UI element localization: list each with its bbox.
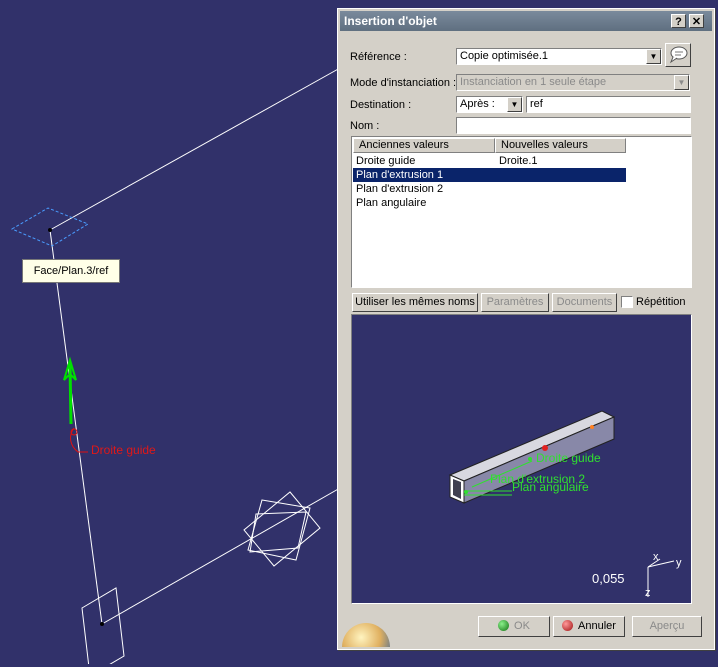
preview-droite-guide-label: Droite guide <box>536 451 601 465</box>
destination-field[interactable]: ref <box>526 96 691 113</box>
table-row[interactable]: Plan d'extrusion 2 <box>353 182 626 196</box>
cell-new: Droite.1 <box>499 155 538 167</box>
help-button[interactable]: ? <box>671 14 686 28</box>
table-row-selected[interactable]: Plan d'extrusion 1 <box>353 168 626 182</box>
table-row[interactable]: Plan angulaire <box>353 196 626 210</box>
cancel-label: Annuler <box>578 620 616 632</box>
dialog-title: Insertion d'objet <box>344 14 437 28</box>
parameters-button: Paramètres <box>481 293 549 312</box>
axis-x-label: x <box>653 551 659 563</box>
droite-guide-label: Droite guide <box>91 443 156 457</box>
column-header-new[interactable]: Nouvelles valeurs <box>495 138 626 153</box>
axis-z-label: z <box>645 587 651 599</box>
destination-value: ref <box>530 98 543 110</box>
axis-y-label: y <box>676 557 682 569</box>
plane-icon <box>81 587 125 667</box>
cell-old: Droite guide <box>356 155 416 167</box>
reference-value: Copie optimisée.1 <box>460 50 549 62</box>
nom-label: Nom : <box>350 120 380 132</box>
tooltip: Face/Plan.3/ref <box>22 259 120 283</box>
insertion-dialog: Insertion d'objet ? ✕ Référence : Copie … <box>337 8 715 650</box>
cell-old: Plan d'extrusion 2 <box>356 183 444 195</box>
column-header-old[interactable]: Anciennes valeurs <box>353 138 495 153</box>
cell-old: Plan angulaire <box>356 197 427 209</box>
documents-button: Documents <box>552 293 617 312</box>
table-row[interactable]: Droite guide Droite.1 <box>353 154 626 168</box>
cell-old: Plan d'extrusion 1 <box>356 169 444 181</box>
chevron-down-icon[interactable]: ▼ <box>507 97 522 112</box>
speech-bubble-icon <box>669 46 688 64</box>
destination-position-select[interactable]: Après : ▼ <box>456 96 523 113</box>
preview-geometry <box>448 410 675 597</box>
speech-bubble-button[interactable] <box>665 43 691 67</box>
scale-readout: 0,055 <box>592 571 625 586</box>
reference-select[interactable]: Copie optimisée.1 ▼ <box>456 48 662 65</box>
preview-plan-angulaire-label: Plan angulaire <box>512 480 589 494</box>
globe-logo-icon <box>342 623 390 647</box>
green-dot-icon <box>498 619 510 631</box>
ok-button[interactable]: OK <box>478 616 550 637</box>
destination-position-value: Après : <box>460 98 495 110</box>
destination-label: Destination : <box>350 99 412 111</box>
ok-label: OK <box>514 620 530 632</box>
dialog-titlebar[interactable]: Insertion d'objet ? ✕ <box>340 11 712 31</box>
same-names-button[interactable]: Utiliser les mêmes noms <box>352 293 478 312</box>
repetition-label: Répétition <box>636 296 686 308</box>
chevron-down-icon[interactable]: ▼ <box>646 49 661 64</box>
replacement-table[interactable]: Anciennes valeurs Nouvelles valeurs Droi… <box>351 136 692 288</box>
mode-value: Instanciation en 1 seule étape <box>460 76 607 88</box>
preview-viewport[interactable]: Droite guide Plan d'extrusion 2 Plan ang… <box>351 314 692 604</box>
nom-field[interactable] <box>456 117 691 134</box>
close-button[interactable]: ✕ <box>689 14 704 28</box>
mode-label: Mode d'instanciation : <box>350 77 457 89</box>
preview-button: Aperçu <box>632 616 702 637</box>
repetition-checkbox[interactable] <box>621 296 633 308</box>
chevron-down-icon: ▼ <box>674 75 689 90</box>
compass-icon <box>647 558 675 597</box>
face-plane-icon <box>10 207 90 247</box>
axis-plane-icon <box>243 491 321 567</box>
red-dot-icon <box>562 619 574 631</box>
cancel-button[interactable]: Annuler <box>553 616 625 637</box>
mode-select: Instanciation en 1 seule étape ▼ <box>456 74 690 91</box>
reference-label: Référence : <box>350 51 407 63</box>
